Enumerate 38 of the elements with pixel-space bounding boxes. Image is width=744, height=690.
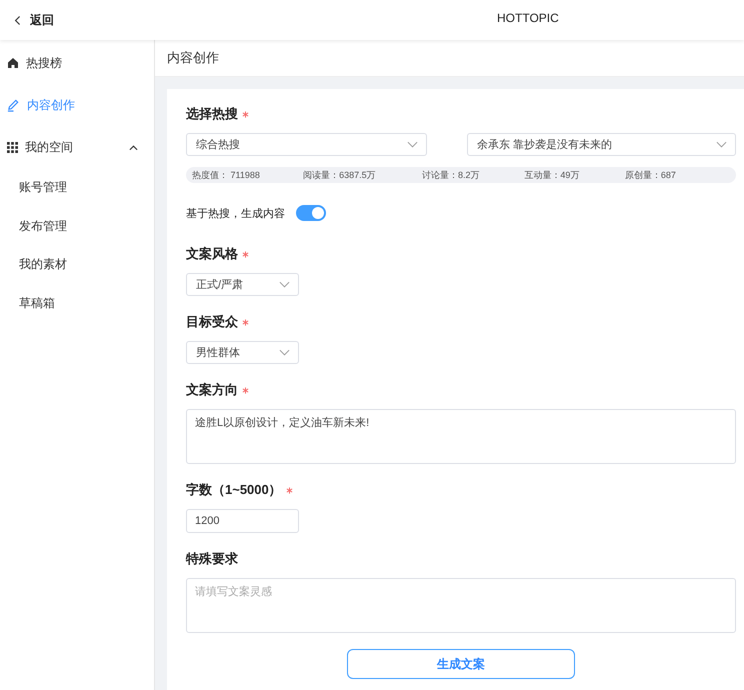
text-area[interactable]: 请填写文案灵感	[186, 578, 736, 633]
sidebar-item[interactable]: 热搜榜	[0, 42, 154, 84]
sidebar-subitem[interactable]: 草稿箱	[0, 284, 154, 322]
stat-text: 热度值： 711988	[192, 168, 261, 182]
sidebar-item[interactable]: 我的空间	[0, 126, 154, 168]
chevron-down-icon	[716, 141, 727, 148]
text-area[interactable]: 途胜L以原创设计，定义油车新未来!	[186, 409, 736, 464]
dropdown[interactable]: 男性群体	[186, 341, 299, 364]
sidebar-item[interactable]: 内容创作	[0, 84, 154, 126]
dropdown[interactable]: 正式/严肃	[186, 273, 299, 296]
chevron-down-icon	[279, 281, 290, 288]
chevron-down-icon	[407, 141, 418, 148]
toggle-label: 基于热搜，生成内容	[186, 206, 285, 220]
toggle-switch[interactable]	[296, 205, 326, 221]
field-label: 特殊要求	[186, 550, 238, 568]
field-label: 文案风格	[186, 245, 238, 263]
pencil-icon	[7, 98, 20, 112]
field-label: 目标受众	[186, 313, 238, 331]
stat-text: 原创量：687	[624, 168, 677, 182]
field-label: 选择热搜	[186, 105, 238, 123]
grid-icon	[7, 142, 18, 152]
sidebar-subitem[interactable]: 我的素材	[0, 245, 154, 284]
field-label: 文案方向	[186, 381, 238, 399]
dropdown[interactable]: 综合热搜	[186, 133, 427, 156]
back-button[interactable]: 返回	[8, 8, 60, 32]
app-title: HOTTOPIC	[497, 11, 559, 25]
sidebar-subitem[interactable]: 发布管理	[0, 206, 154, 245]
dropdown[interactable]: 余承东 靠抄袭是没有未来的	[467, 133, 736, 156]
field-label: 字数（1~5000）	[186, 481, 282, 499]
back-icon	[14, 14, 22, 26]
home-icon	[7, 57, 19, 69]
sidebar-subitem[interactable]: 账号管理	[0, 168, 154, 206]
input-field[interactable]: 1200	[186, 509, 299, 533]
chevron-down-icon	[279, 349, 290, 356]
stat-text: 讨论量：8.2万	[422, 168, 480, 182]
page-title: 内容创作	[167, 49, 219, 67]
stat-text: 互动量：49万	[524, 168, 580, 182]
stat-text: 阅读量：6387.5万	[303, 168, 377, 182]
